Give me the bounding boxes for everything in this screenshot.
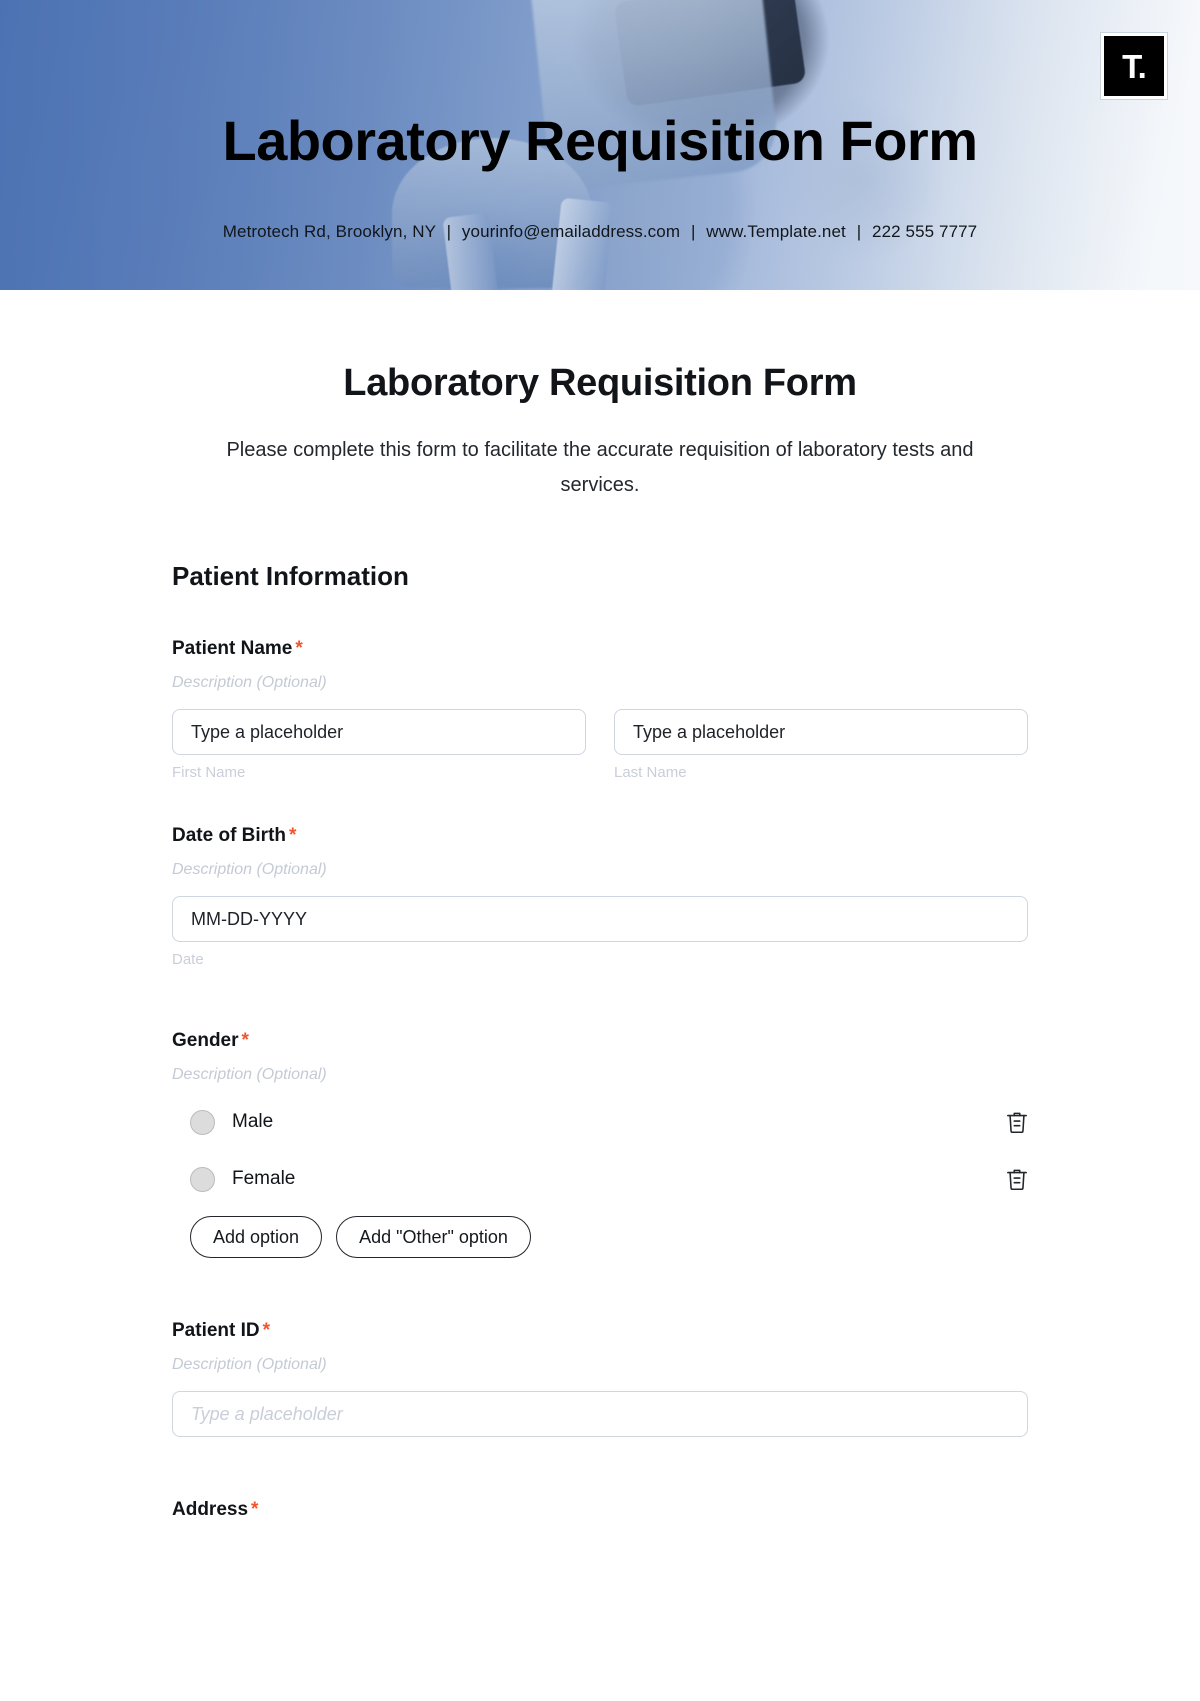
patient-id-input[interactable]: Type a placeholder [172,1391,1028,1437]
last-name-sublabel: Last Name [614,764,687,781]
form-sheet: Laboratory Requisition Form Please compl… [0,290,1200,1521]
contact-separator-1: | [446,222,452,241]
required-asterisk: * [241,1030,249,1051]
date-of-birth-sublabel: Date [172,951,204,968]
logo-wordmark: T. [1122,47,1147,85]
contact-address: Metrotech Rd, Brooklyn, NY [222,222,436,241]
first-name-input[interactable]: Type a placeholder [172,709,586,755]
label-text: Patient Name [172,638,293,659]
option-row-male: Male [172,1101,1028,1143]
field-description-patient-id: Description (Optional) [172,1356,327,1373]
field-patient-id: Patient ID * Description (Optional) Type … [172,1320,1028,1437]
field-label-address: Address * [172,1499,1028,1521]
field-gender: Gender * Description (Optional) Male Fem… [172,1030,1028,1258]
radio-female[interactable] [190,1166,215,1192]
field-label-gender: Gender * [172,1030,1028,1052]
trash-icon[interactable] [1006,1167,1028,1191]
radio-male[interactable] [190,1109,215,1135]
add-option-button[interactable]: Add option [190,1216,323,1258]
last-name-input[interactable]: Type a placeholder [614,709,1028,755]
page-title: Laboratory Requisition Form [343,362,857,404]
field-label-patient-name: Patient Name * [172,638,1028,660]
field-address: Address * [172,1499,1028,1521]
required-asterisk: * [262,1320,271,1341]
template-net-logo: T. [1101,33,1167,99]
option-label-female: Female [232,1168,296,1189]
gender-option-buttons: Add option Add "Other" option [172,1216,1028,1258]
section-heading-patient-information: Patient Information [172,561,409,591]
label-text: Gender [172,1030,239,1051]
field-description-gender: Description (Optional) [172,1066,327,1083]
contact-separator-3: | [856,222,862,241]
field-description-patient-name: Description (Optional) [172,674,327,691]
add-other-option-button[interactable]: Add "Other" option [336,1216,531,1258]
header-banner: Laboratory Requisition Form Metrotech Rd… [0,0,1200,290]
contact-separator-2: | [690,222,696,241]
date-of-birth-input[interactable]: MM-DD-YYYY [172,896,1028,942]
option-row-female: Female [172,1158,1028,1200]
contact-phone: 222 555 7777 [872,222,978,241]
field-description-date-of-birth: Description (Optional) [172,861,327,878]
patient-name-input-row: Type a placeholder First Name Type a pla… [172,709,1028,781]
first-name-group: Type a placeholder First Name [172,709,586,781]
required-asterisk: * [289,825,297,846]
label-text: Patient ID [172,1320,260,1341]
first-name-sublabel: First Name [172,764,246,781]
banner-title: Laboratory Requisition Form [222,109,979,172]
option-label-male: Male [232,1111,274,1132]
banner-contact-line: Metrotech Rd, Brooklyn, NY | yourinfo@em… [0,222,1200,242]
field-date-of-birth: Date of Birth * Description (Optional) MM… [172,825,1028,968]
required-asterisk: * [251,1499,259,1520]
field-label-date-of-birth: Date of Birth * [172,825,1028,847]
required-asterisk: * [295,638,303,659]
form-description: Please complete this form to facilitate … [226,439,974,496]
label-text: Address [172,1499,249,1520]
label-text: Date of Birth [172,825,286,846]
field-label-patient-id: Patient ID * [172,1320,1028,1342]
trash-icon[interactable] [1006,1110,1028,1134]
last-name-group: Type a placeholder Last Name [614,709,1028,781]
field-patient-name: Patient Name * Description (Optional) Typ… [172,638,1028,781]
contact-website: www.Template.net [706,222,846,241]
contact-email: yourinfo@emailaddress.com [461,222,681,241]
